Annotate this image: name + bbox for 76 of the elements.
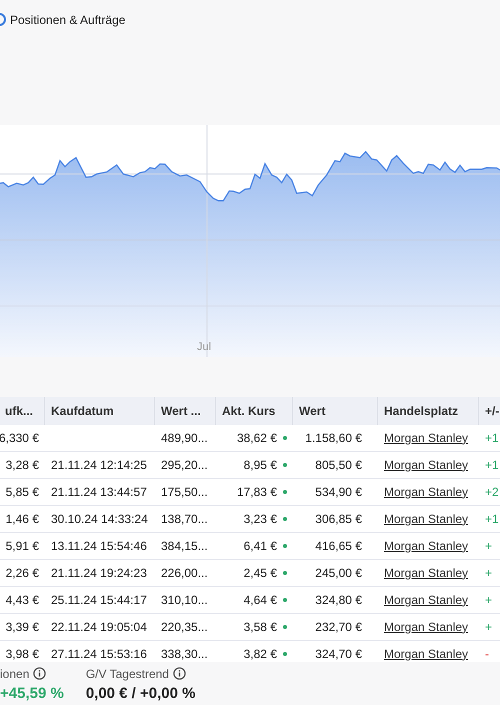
change-value: + bbox=[485, 564, 492, 582]
venue-link[interactable]: Morgan Stanley bbox=[384, 482, 468, 501]
info-icon[interactable] bbox=[33, 667, 46, 680]
venue-link[interactable]: Morgan Stanley bbox=[384, 590, 468, 609]
table-cell-text: 3,28 € bbox=[6, 456, 39, 474]
venue-link[interactable]: Morgan Stanley bbox=[384, 456, 468, 474]
venue-link[interactable]: Morgan Stanley bbox=[384, 428, 468, 447]
venue-link[interactable]: Morgan Stanley bbox=[384, 618, 468, 636]
venue-link[interactable]: Morgan Stanley bbox=[384, 564, 468, 582]
table-cell-text: 232,70 € bbox=[315, 618, 362, 636]
table-cell-text: 384,15... bbox=[161, 538, 208, 555]
axis-label: Jul bbox=[197, 340, 212, 355]
table-cell-text: 17,83 € bbox=[236, 484, 277, 501]
change-value: + bbox=[485, 618, 492, 636]
table-cell-text: 226,00... bbox=[161, 564, 208, 582]
info-icon[interactable] bbox=[172, 667, 186, 680]
table-cell-text: 295,20... bbox=[161, 456, 208, 474]
table-cell-text: 489,90... bbox=[161, 430, 208, 447]
venue-link[interactable]: Morgan Stanley bbox=[384, 510, 468, 528]
table-cell-text: 3,82 € bbox=[244, 646, 277, 662]
table-cell-text: 3,98 € bbox=[6, 646, 39, 662]
table-cell-text: 220,35... bbox=[161, 618, 208, 636]
table-cell-text: 1.158,60 € bbox=[305, 430, 362, 447]
column-header[interactable]: +/- bbox=[479, 396, 500, 425]
table-cell-text: 4,43 € bbox=[6, 592, 39, 609]
summary-value: 0,00 € / +0,00 % bbox=[86, 684, 196, 704]
change-value: +2 bbox=[485, 484, 499, 501]
table-cell-text: 27.11.24 15:53:16 bbox=[51, 646, 147, 662]
summary-label: G/V Tagestrend bbox=[86, 666, 169, 682]
venue-link[interactable]: Morgan Stanley bbox=[384, 644, 468, 662]
column-header[interactable]: Handelsplatz bbox=[378, 396, 479, 425]
table-cell-text: 310,10... bbox=[161, 592, 208, 609]
table-cell-text: 21.11.24 12:14:25 bbox=[51, 456, 147, 474]
table-cell-text: 306,85 € bbox=[315, 510, 362, 528]
table-cell-text: 3,23 € bbox=[244, 510, 277, 528]
column-header[interactable]: ufk... bbox=[0, 396, 45, 425]
table-cell-text: 2,45 € bbox=[244, 564, 277, 582]
table-cell-text: 22.11.24 19:05:04 bbox=[51, 618, 147, 636]
table-cell-text: 13.11.24 15:54:46 bbox=[51, 538, 147, 555]
table-cell-text: 245,00 € bbox=[315, 564, 362, 582]
change-value: + bbox=[485, 538, 492, 555]
summary-value: +45,59 % bbox=[0, 684, 64, 704]
table-cell-text: 416,65 € bbox=[315, 538, 362, 555]
table-cell-text: 8,95 € bbox=[244, 456, 277, 474]
table-cell-text: 1,46 € bbox=[6, 510, 39, 528]
table-cell-text: 324,80 € bbox=[315, 592, 362, 609]
column-header[interactable]: Akt. Kurs bbox=[216, 396, 293, 425]
table-cell-text: 6,41 € bbox=[244, 538, 277, 555]
table-cell-text: 338,30... bbox=[161, 646, 208, 662]
change-value: - bbox=[485, 646, 489, 662]
table-cell-text: 175,50... bbox=[161, 484, 208, 501]
table-cell-text: 4,64 € bbox=[244, 592, 277, 609]
table-cell-text: 25.11.24 15:44:17 bbox=[51, 592, 147, 609]
table-cell-text: 21.11.24 13:44:57 bbox=[51, 484, 147, 501]
column-header[interactable]: Wert ... bbox=[155, 396, 216, 425]
venue-link[interactable]: Morgan Stanley bbox=[384, 536, 468, 555]
change-value: +1 bbox=[485, 510, 499, 528]
table-cell-text: 38,62 € bbox=[236, 430, 277, 447]
table-cell-text: 138,70... bbox=[161, 510, 208, 528]
change-value: +1 bbox=[485, 430, 499, 447]
table-cell-text: 5,91 € bbox=[6, 538, 39, 555]
table-cell-text: 534,90 € bbox=[315, 484, 362, 501]
column-header[interactable]: Wert bbox=[293, 396, 378, 425]
table-cell-text: 2,26 € bbox=[6, 564, 39, 582]
table-cell-text: 30.10.24 14:33:24 bbox=[51, 510, 148, 528]
table-cell-text: 324,70 € bbox=[315, 646, 362, 662]
section-title: Positionen & Aufträge bbox=[10, 12, 126, 29]
table-cell-text: 3,58 € bbox=[244, 618, 277, 636]
change-value: + bbox=[485, 592, 492, 609]
change-value: +1 bbox=[485, 456, 499, 474]
table-cell-text: 3,39 € bbox=[6, 618, 39, 636]
table-cell-text: 5,85 € bbox=[6, 484, 39, 501]
summary-label: ionen bbox=[0, 666, 30, 682]
table-cell-text: 21.11.24 19:24:23 bbox=[51, 564, 147, 582]
column-header[interactable]: Kaufdatum bbox=[45, 396, 155, 425]
table-cell-text: 805,50 € bbox=[315, 456, 362, 474]
